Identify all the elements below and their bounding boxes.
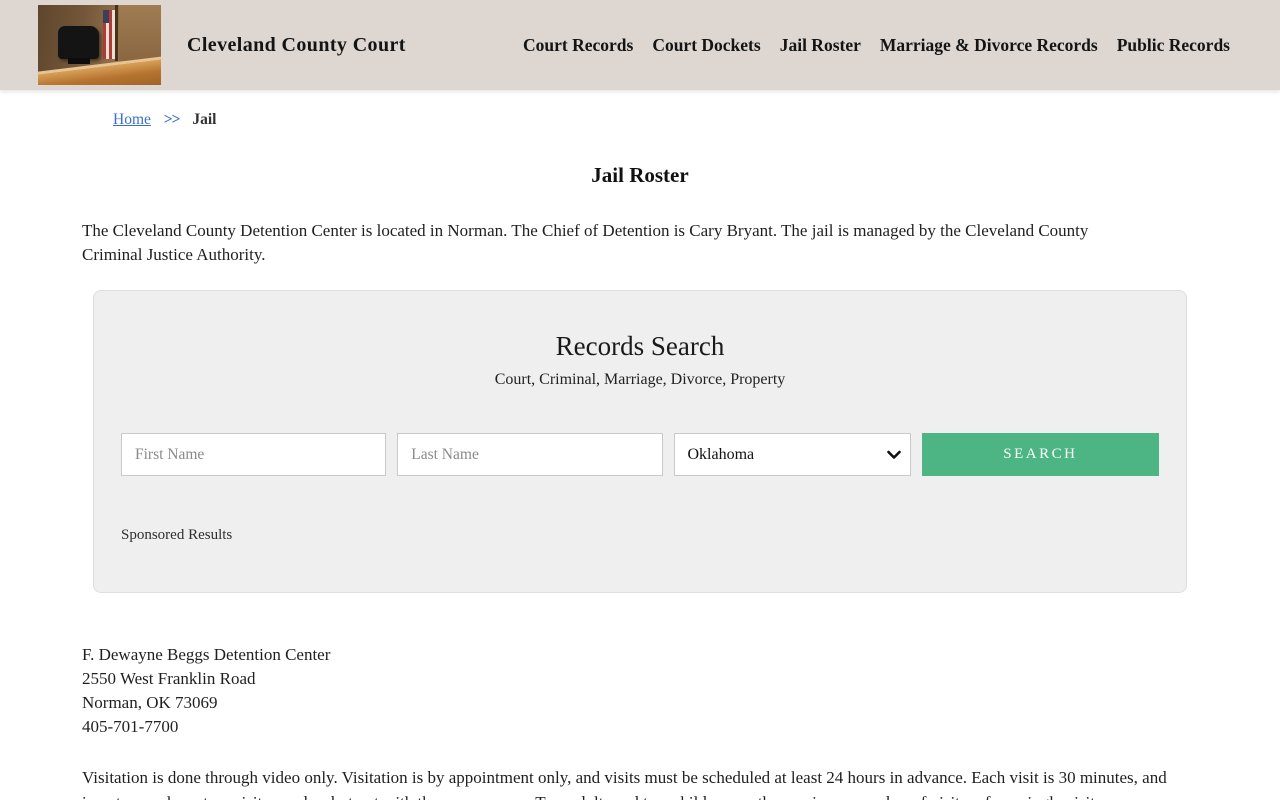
records-search-title: Records Search	[121, 331, 1159, 362]
nav-jail-roster[interactable]: Jail Roster	[780, 35, 861, 56]
visitation-paragraph: Visitation is done through video only. V…	[82, 766, 1186, 800]
judge-chair	[58, 26, 100, 60]
page-title: Jail Roster	[0, 163, 1280, 188]
courtroom-logo-image	[38, 5, 161, 85]
first-name-input[interactable]	[121, 433, 386, 476]
logo-wood-panel	[119, 5, 161, 61]
flag-union	[103, 10, 109, 23]
detention-center-address: F. Dewayne Beggs Detention Center 2550 W…	[82, 643, 1280, 739]
breadcrumb-home-link[interactable]: Home	[113, 111, 151, 128]
judge-chair-base	[68, 58, 90, 64]
main-nav: Court Records Court Dockets Jail Roster …	[523, 35, 1230, 56]
records-search-subtitle: Court, Criminal, Marriage, Divorce, Prop…	[121, 371, 1159, 389]
address-street: 2550 West Franklin Road	[82, 667, 1280, 691]
address-city-state-zip: Norman, OK 73069	[82, 691, 1280, 715]
search-form-row: Oklahoma SEARCH	[121, 433, 1159, 476]
judge-bench	[38, 55, 161, 85]
breadcrumb-separator: >>	[164, 111, 180, 128]
flag-pole	[115, 5, 118, 61]
sponsored-results-label: Sponsored Results	[121, 527, 1159, 544]
state-select[interactable]: Oklahoma	[674, 433, 911, 476]
state-select-wrap: Oklahoma	[674, 433, 911, 476]
breadcrumb-current: Jail	[192, 111, 216, 128]
detention-center-name: F. Dewayne Beggs Detention Center	[82, 643, 1280, 667]
nav-court-dockets[interactable]: Court Dockets	[652, 35, 760, 56]
site-header: Cleveland County Court Court Records Cou…	[0, 0, 1280, 90]
last-name-input[interactable]	[397, 433, 662, 476]
phone-number: 405-701-7700	[82, 715, 1280, 739]
nav-marriage-divorce-records[interactable]: Marriage & Divorce Records	[880, 35, 1098, 56]
breadcrumb: Home >> Jail	[113, 111, 1280, 129]
nav-public-records[interactable]: Public Records	[1117, 35, 1230, 56]
site-title: Cleveland County Court	[187, 34, 406, 57]
records-search-panel: Records Search Court, Criminal, Marriage…	[93, 290, 1187, 593]
intro-paragraph: The Cleveland County Detention Center is…	[82, 219, 1150, 267]
nav-court-records[interactable]: Court Records	[523, 35, 633, 56]
search-button[interactable]: SEARCH	[922, 433, 1159, 476]
